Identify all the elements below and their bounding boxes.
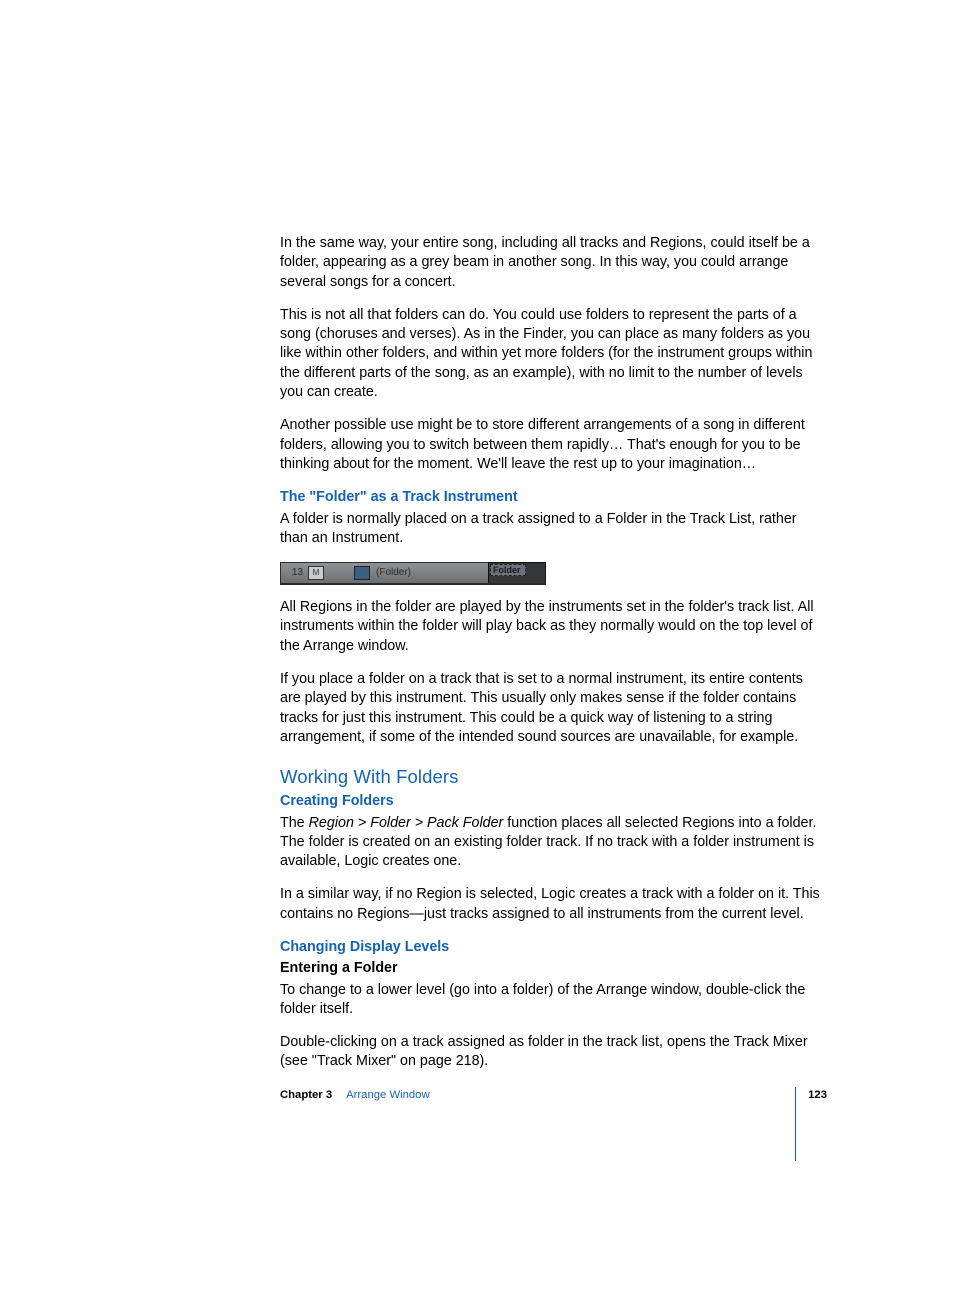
heading-working-with-folders: Working With Folders [280, 765, 827, 790]
body-paragraph: A folder is normally placed on a track a… [280, 510, 827, 549]
footer-divider [795, 1087, 796, 1161]
body-paragraph: In the same way, your entire song, inclu… [280, 234, 827, 292]
subheading-entering-a-folder: Entering a Folder [280, 959, 827, 978]
body-paragraph: This is not all that folders can do. You… [280, 306, 827, 402]
track-header: 13 M (Folder) [280, 562, 489, 584]
track-divider [280, 583, 546, 585]
track-label: (Folder) [376, 566, 411, 580]
heading-changing-display-levels: Changing Display Levels [280, 938, 827, 957]
body-paragraph: The Region > Folder > Pack Folder functi… [280, 814, 827, 872]
footer-chapter-name: Arrange Window [346, 1088, 430, 1103]
content-column: In the same way, your entire song, inclu… [280, 234, 827, 1086]
track-row-figure: 13 M (Folder) Folder [280, 562, 546, 584]
heading-folder-as-track-instrument: The "Folder" as a Track Instrument [280, 488, 827, 507]
footer-chapter-label: Chapter 3 [280, 1088, 332, 1103]
page-footer: Chapter 3 Arrange Window 123 [280, 1059, 827, 1133]
folder-track-icon [354, 566, 370, 580]
track-number: 13 [281, 566, 306, 580]
folder-region: Folder [490, 564, 526, 576]
heading-creating-folders: Creating Folders [280, 792, 827, 811]
menu-path-italic: Region > Folder > Pack Folder [309, 815, 504, 831]
footer-page-number: 123 [808, 1088, 827, 1103]
body-paragraph: All Regions in the folder are played by … [280, 598, 827, 656]
text-run: The [280, 815, 309, 831]
body-paragraph: In a similar way, if no Region is select… [280, 885, 827, 924]
body-paragraph: Another possible use might be to store d… [280, 416, 827, 474]
page: In the same way, your entire song, inclu… [0, 0, 954, 1308]
body-paragraph: To change to a lower level (go into a fo… [280, 981, 827, 1020]
body-paragraph: If you place a folder on a track that is… [280, 670, 827, 747]
mute-icon: M [308, 566, 324, 580]
